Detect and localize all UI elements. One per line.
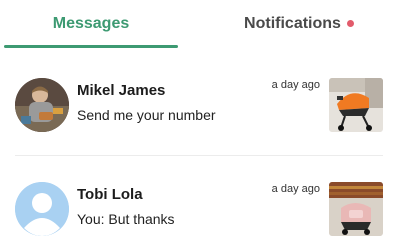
tab-bar: Messages Notifications: [0, 0, 398, 50]
conversation-item[interactable]: Tobi Lola You: But thanks a day ago: [0, 170, 398, 248]
default-user-icon: [15, 182, 69, 236]
conversation-item[interactable]: Mikel James Send me your number a day ag…: [0, 66, 398, 144]
list-divider: [15, 155, 383, 156]
message-preview: Send me your number: [77, 107, 216, 123]
tab-messages-label: Messages: [52, 15, 130, 32]
active-tab-indicator: [4, 45, 178, 48]
product-thumbnail[interactable]: [329, 182, 383, 236]
product-thumbnail[interactable]: [329, 78, 383, 132]
tab-messages[interactable]: Messages: [4, 0, 178, 48]
message-time: a day ago: [271, 183, 320, 195]
unread-dot-icon: [346, 19, 354, 27]
message-preview: You: But thanks: [77, 211, 175, 227]
contact-name: Mikel James: [77, 82, 166, 99]
contact-name: Tobi Lola: [77, 186, 143, 203]
tab-notifications-label: Notifications: [244, 15, 341, 32]
tab-notifications[interactable]: Notifications: [200, 0, 398, 48]
message-time: a day ago: [271, 79, 320, 91]
avatar: [15, 78, 69, 132]
